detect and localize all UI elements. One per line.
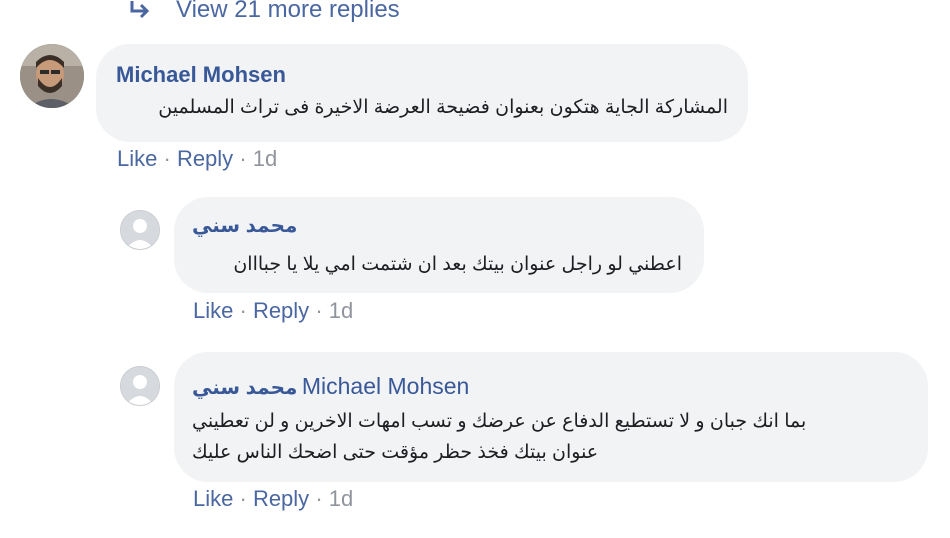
- reply-button[interactable]: Reply: [253, 298, 309, 323]
- view-more-replies-link[interactable]: View 21 more replies: [126, 0, 400, 24]
- comment-text: المشاركة الجاية هتكون بعنوان فضيحة العرض…: [158, 97, 728, 118]
- comment-header: محمد سني Michael Mohsen: [192, 372, 906, 404]
- separator: ·: [239, 486, 247, 511]
- separator: ·: [315, 298, 323, 323]
- comment-actions: Like · Reply · 1d: [193, 298, 353, 324]
- separator: ·: [163, 146, 171, 171]
- reply-button[interactable]: Reply: [253, 486, 309, 511]
- like-button[interactable]: Like: [193, 298, 233, 323]
- comment-timestamp[interactable]: 1d: [329, 298, 353, 323]
- comment-author[interactable]: محمد سني: [192, 377, 297, 399]
- avatar[interactable]: [120, 210, 160, 250]
- like-button[interactable]: Like: [193, 486, 233, 511]
- default-avatar-icon: [121, 367, 159, 405]
- avatar[interactable]: [20, 44, 84, 108]
- comment-timestamp[interactable]: 1d: [329, 486, 353, 511]
- reply-button[interactable]: Reply: [177, 146, 233, 171]
- reply-arrow-icon: [130, 1, 150, 19]
- mention-link[interactable]: Michael Mohsen: [302, 373, 469, 399]
- default-avatar-icon: [121, 211, 159, 249]
- comment-bubble: Michael Mohsen المشاركة الجاية هتكون بعن…: [96, 44, 748, 142]
- like-button[interactable]: Like: [117, 146, 157, 171]
- comment-bubble: محمد سني Michael Mohsen بما انك جبان و ل…: [174, 352, 928, 482]
- comment-timestamp[interactable]: 1d: [253, 146, 277, 171]
- comment-author[interactable]: Michael Mohsen: [116, 62, 728, 88]
- separator: ·: [315, 486, 323, 511]
- comment-text-line: بما انك جبان و لا تستطيع الدفاع عن عرضك …: [192, 411, 807, 432]
- comment-bubble: محمد سني اعطني لو راجل عنوان بيتك بعد ان…: [174, 197, 704, 293]
- comment-text: بما انك جبان و لا تستطيع الدفاع عن عرضك …: [192, 406, 906, 468]
- separator: ·: [239, 146, 247, 171]
- avatar[interactable]: [120, 366, 160, 406]
- comment-text-line: عنوان بيتك فخذ حظر مؤقت حتى اضحك الناس ع…: [192, 442, 599, 463]
- view-more-replies-label: View 21 more replies: [176, 0, 400, 23]
- comment-actions: Like · Reply · 1d: [117, 146, 277, 172]
- comment-actions: Like · Reply · 1d: [193, 486, 353, 512]
- separator: ·: [239, 298, 247, 323]
- comment-author[interactable]: محمد سني: [192, 213, 682, 239]
- profile-photo: [20, 44, 84, 108]
- comment-text: اعطني لو راجل عنوان بيتك بعد ان شتمت امي…: [233, 254, 682, 275]
